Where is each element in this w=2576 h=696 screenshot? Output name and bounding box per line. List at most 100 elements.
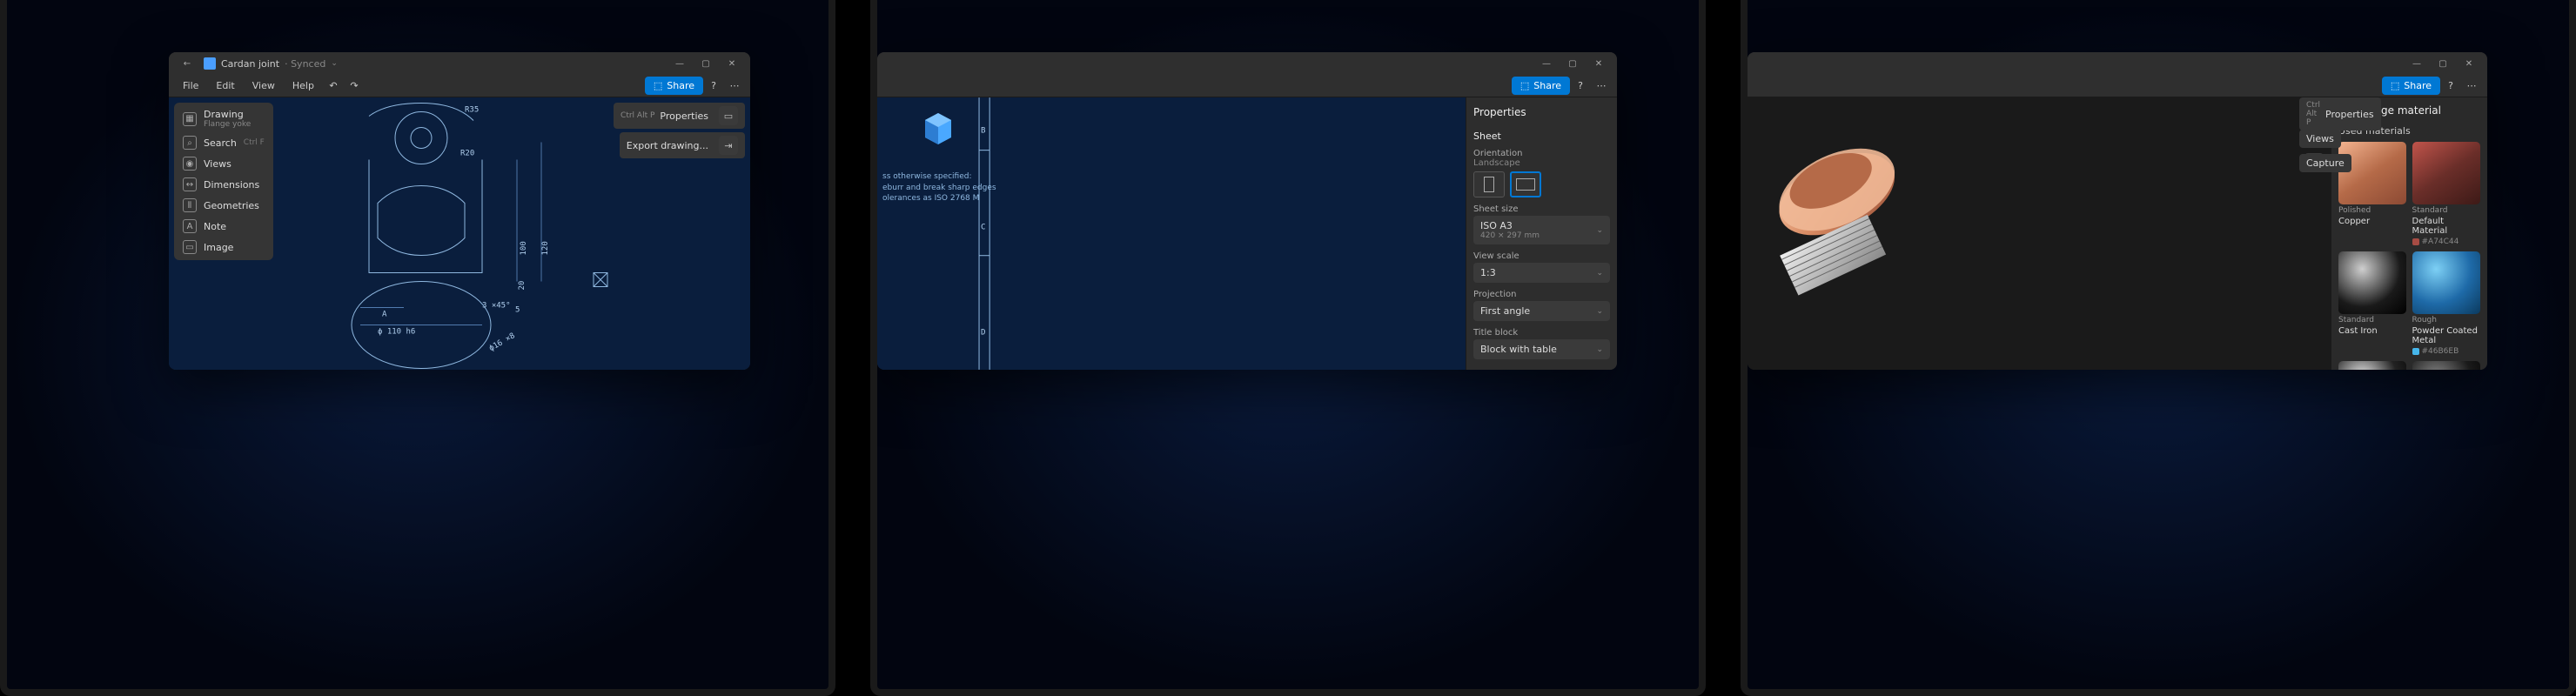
tool-geometries[interactable]: ⦀ Geometries bbox=[179, 196, 268, 215]
redo-button[interactable]: ↷ bbox=[344, 77, 365, 96]
tool-image[interactable]: ▭ Image bbox=[179, 238, 268, 257]
orientation-portrait[interactable] bbox=[1473, 171, 1505, 197]
menu-help[interactable]: Help bbox=[284, 77, 323, 95]
layers-icon: ▦ bbox=[183, 112, 197, 126]
close-button[interactable]: ✕ bbox=[721, 54, 743, 73]
tool-note[interactable]: A Note bbox=[179, 217, 268, 236]
maximize-button[interactable]: ▢ bbox=[2432, 54, 2454, 73]
menu-view[interactable]: View bbox=[244, 77, 284, 95]
section-sheet: Sheet bbox=[1473, 130, 1610, 142]
svg-text:C: C bbox=[981, 223, 985, 231]
capture-pill: Capture bbox=[2299, 154, 2351, 172]
view-scale-dropdown[interactable]: 1:3 ⌄ bbox=[1473, 263, 1610, 283]
svg-text:3 ×45°: 3 ×45° bbox=[482, 302, 511, 311]
share-button[interactable]: ⬚ Share bbox=[2382, 77, 2440, 95]
share-button[interactable]: ⬚ Share bbox=[645, 77, 703, 95]
tool-panel: ▦ Drawing Flange yoke ⌕ Search Ctrl F ◉ … bbox=[174, 103, 273, 260]
export-button[interactable]: ⇥ bbox=[719, 136, 738, 155]
menubar: ⬚ Share ? ⋯ bbox=[877, 75, 1617, 97]
maximize-button[interactable]: ▢ bbox=[1561, 54, 1584, 73]
app-window-drawing: ← Cardan joint · Synced ⌄ — ▢ ✕ File Edi… bbox=[169, 52, 750, 370]
close-button[interactable]: ✕ bbox=[2458, 54, 2480, 73]
monitor-left: ← Cardan joint · Synced ⌄ — ▢ ✕ File Edi… bbox=[0, 0, 835, 696]
menubar: ⬚ Share ? ⋯ bbox=[1748, 75, 2487, 97]
more-button[interactable]: ⋯ bbox=[724, 77, 745, 96]
chevron-down-icon: ⌄ bbox=[1596, 345, 1603, 354]
titlebar: ← Cardan joint · Synced ⌄ — ▢ ✕ bbox=[169, 52, 750, 75]
panel-title: Properties bbox=[1473, 106, 1610, 118]
close-button[interactable]: ✕ bbox=[1587, 54, 1610, 73]
share-button[interactable]: ⬚ Share bbox=[1512, 77, 1570, 95]
svg-text:B: B bbox=[981, 126, 986, 135]
properties-pill: Ctrl Alt P Properties ▭ bbox=[614, 103, 745, 129]
title-block-dropdown[interactable]: Block with table ⌄ bbox=[1473, 339, 1610, 359]
chevron-down-icon: ⌄ bbox=[1596, 307, 1603, 316]
maximize-button[interactable]: ▢ bbox=[694, 54, 717, 73]
svg-text:100: 100 bbox=[520, 241, 528, 255]
monitor-middle: — ▢ ✕ ⬚ Share ? ⋯ bbox=[870, 0, 1706, 696]
help-button[interactable]: ? bbox=[1570, 77, 1591, 96]
minimize-button[interactable]: — bbox=[1535, 54, 1558, 73]
title-status: · Synced bbox=[285, 58, 325, 70]
help-button[interactable]: ? bbox=[2440, 77, 2461, 96]
menubar: File Edit View Help ↶ ↷ ⬚ Share ? ⋯ bbox=[169, 75, 750, 97]
svg-text:120: 120 bbox=[541, 241, 550, 255]
svg-text:5: 5 bbox=[515, 306, 520, 315]
material-swatch[interactable] bbox=[2412, 361, 2481, 370]
export-pill: Export drawing... ⇥ bbox=[620, 132, 745, 158]
image-icon: ▭ bbox=[183, 240, 197, 254]
material-swatch[interactable]: RoughPowder Coated Metal#46B6EB bbox=[2412, 251, 2481, 356]
note-icon: A bbox=[183, 219, 197, 233]
materials-grid: PolishedCopperStandardDefault Material#A… bbox=[2338, 142, 2480, 370]
chevron-down-icon[interactable]: ⌄ bbox=[331, 59, 338, 68]
tool-dimensions[interactable]: ↔ Dimensions bbox=[179, 175, 268, 194]
search-icon: ⌕ bbox=[183, 136, 197, 150]
title-app: Cardan joint bbox=[221, 58, 279, 70]
undo-button[interactable]: ↶ bbox=[323, 77, 344, 96]
properties-button[interactable]: ▭ bbox=[719, 106, 738, 125]
chevron-down-icon: ⌄ bbox=[1596, 226, 1603, 235]
projection-dropdown[interactable]: First angle ⌄ bbox=[1473, 301, 1610, 321]
minimize-button[interactable]: — bbox=[668, 54, 691, 73]
share-icon: ⬚ bbox=[654, 80, 662, 91]
drawing-canvas-right[interactable]: ss otherwise specified: eburr and break … bbox=[877, 97, 1466, 370]
more-button[interactable]: ⋯ bbox=[2461, 77, 2482, 96]
orientation-landscape[interactable] bbox=[1510, 171, 1541, 197]
material-swatch[interactable]: StandardDefault Material#A74C44 bbox=[2412, 142, 2481, 246]
properties-panel: Properties Sheet Orientation Landscape S… bbox=[1466, 97, 1617, 370]
properties-pill: Ctrl Alt P Properties bbox=[2299, 97, 2381, 130]
app-window-properties: — ▢ ✕ ⬚ Share ? ⋯ bbox=[877, 52, 1617, 370]
tool-drawing[interactable]: ▦ Drawing Flange yoke bbox=[179, 106, 268, 131]
chevron-down-icon: ⌄ bbox=[1596, 269, 1603, 278]
more-button[interactable]: ⋯ bbox=[1591, 77, 1612, 96]
material-swatch[interactable]: StandardCast Iron bbox=[2338, 251, 2407, 356]
back-button[interactable]: ← bbox=[176, 54, 198, 73]
tool-search[interactable]: ⌕ Search Ctrl F bbox=[179, 133, 268, 152]
menu-file[interactable]: File bbox=[174, 77, 207, 95]
svg-text:ϕ 110 h6: ϕ 110 h6 bbox=[378, 328, 415, 337]
titlebar: — ▢ ✕ bbox=[1748, 52, 2487, 75]
tool-views[interactable]: ◉ Views bbox=[179, 154, 268, 173]
svg-text:R35: R35 bbox=[465, 106, 479, 115]
svg-text:20: 20 bbox=[518, 281, 527, 291]
svg-text:D: D bbox=[981, 329, 985, 338]
svg-text:A: A bbox=[382, 311, 387, 319]
app-icon bbox=[204, 57, 216, 70]
titlebar: — ▢ ✕ bbox=[877, 52, 1617, 75]
geometries-icon: ⦀ bbox=[183, 198, 197, 212]
material-swatch[interactable] bbox=[2338, 361, 2407, 370]
material-panel: ← Change material Used materials Polishe… bbox=[2331, 97, 2487, 370]
minimize-button[interactable]: — bbox=[2405, 54, 2428, 73]
views-icon: ◉ bbox=[183, 157, 197, 171]
views-pill: Views bbox=[2299, 130, 2341, 148]
share-icon: ⬚ bbox=[2391, 80, 2399, 91]
dimensions-icon: ↔ bbox=[183, 177, 197, 191]
menu-edit[interactable]: Edit bbox=[207, 77, 243, 95]
svg-text:R20: R20 bbox=[460, 150, 474, 158]
app-window-material: — ▢ ✕ ⬚ Share ? ⋯ bbox=[1748, 52, 2487, 370]
sheet-size-dropdown[interactable]: ISO A3 420 × 297 mm ⌄ bbox=[1473, 216, 1610, 244]
share-icon: ⬚ bbox=[1520, 80, 1529, 91]
help-button[interactable]: ? bbox=[703, 77, 724, 96]
3d-viewport[interactable]: Ctrl Alt P Properties ▭ Views ⚙ Capture … bbox=[1748, 97, 2331, 370]
monitor-right: — ▢ ✕ ⬚ Share ? ⋯ bbox=[1741, 0, 2576, 696]
